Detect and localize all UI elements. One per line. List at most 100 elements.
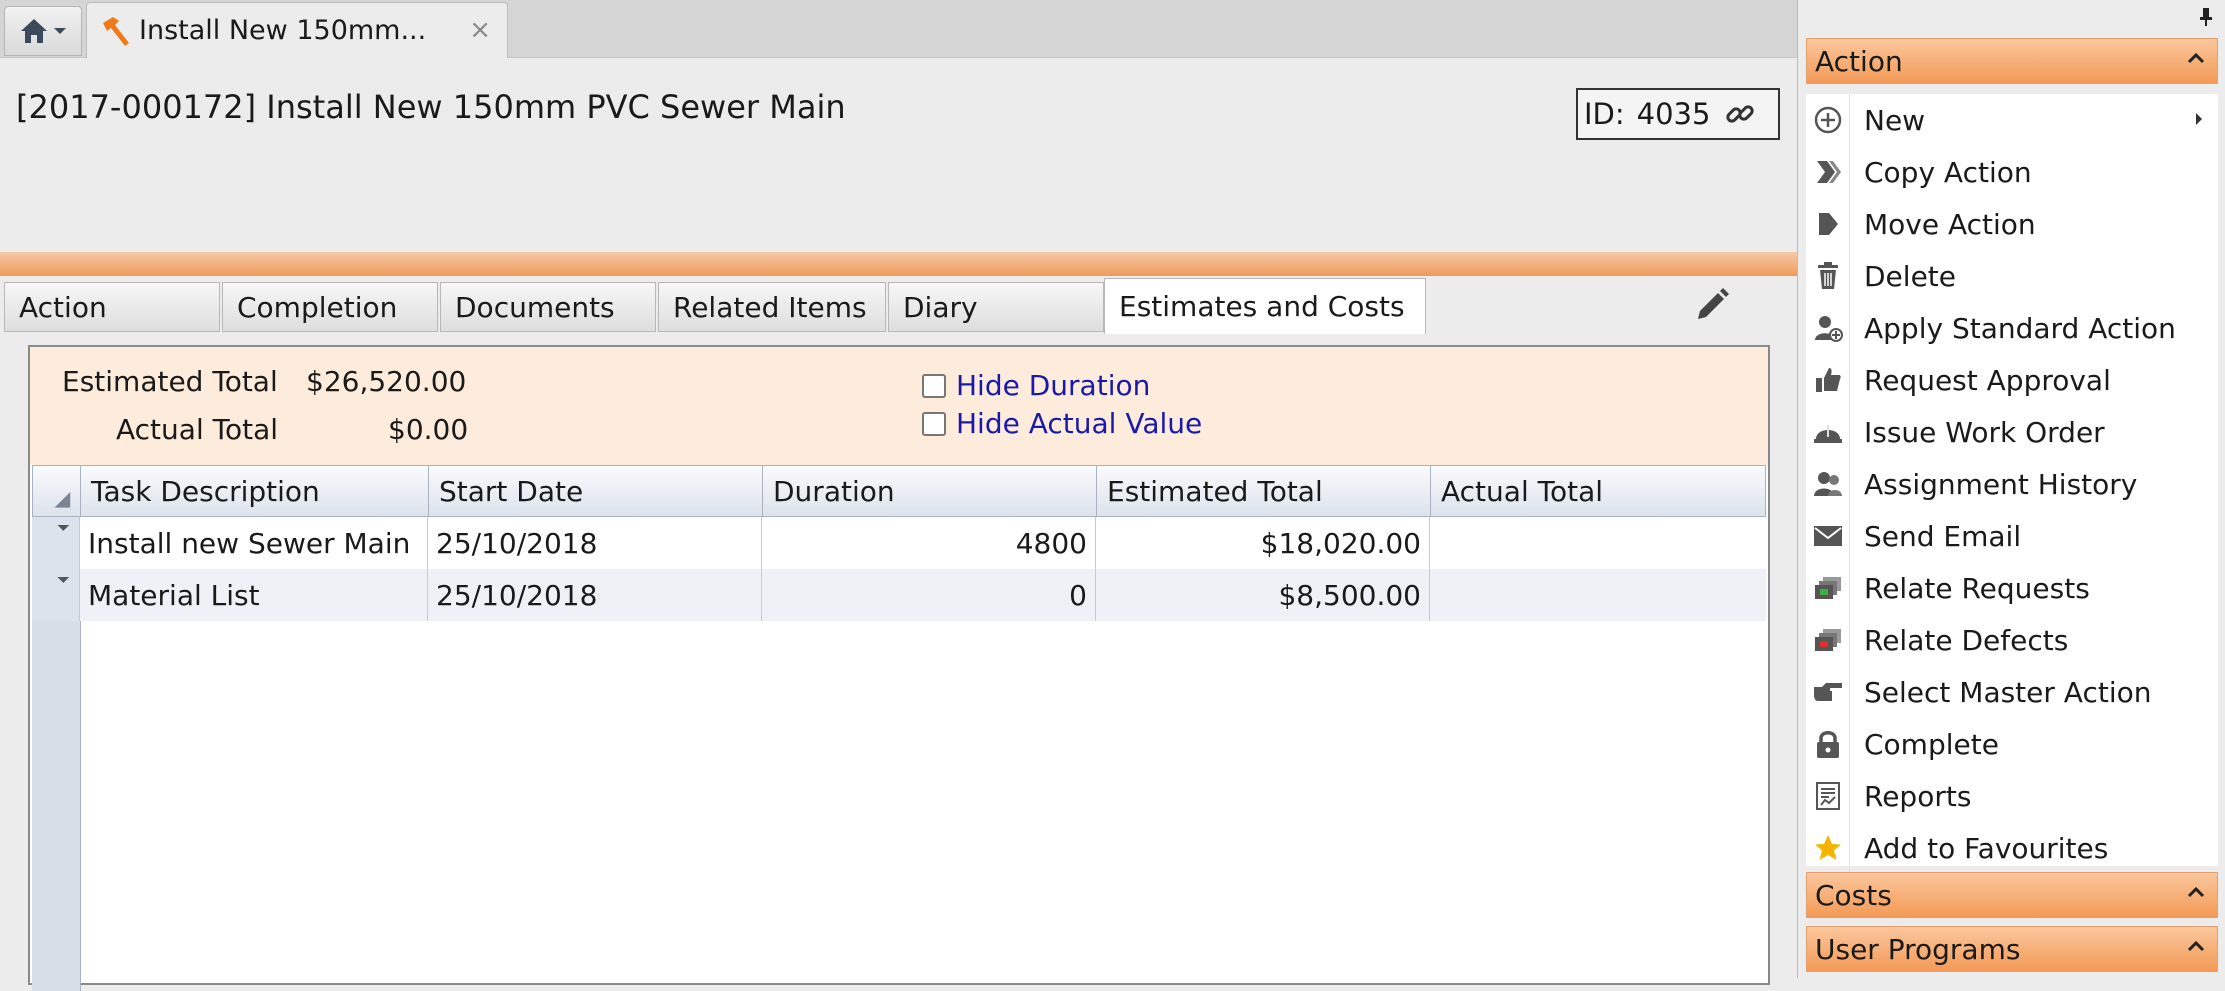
hardhat-icon bbox=[1806, 406, 1850, 458]
menu-item-send-email[interactable]: Send Email bbox=[1806, 510, 2218, 562]
action-menu-list: New Copy Action Move Action Delete Apply… bbox=[1806, 94, 2218, 874]
chevron-down-icon bbox=[54, 28, 66, 34]
pin-icon[interactable] bbox=[2198, 6, 2214, 30]
estimated-total-value: $26,520.00 bbox=[306, 365, 467, 398]
menu-item-label: Relate Defects bbox=[1864, 623, 2069, 657]
close-tab-icon[interactable]: × bbox=[469, 15, 491, 45]
row-expander-icon[interactable] bbox=[32, 517, 80, 569]
menu-item-label: Select Master Action bbox=[1864, 675, 2152, 709]
actual-total-cell[interactable] bbox=[1430, 517, 1764, 569]
hide-actual-value-label: Hide Actual Value bbox=[956, 407, 1203, 440]
start-date-cell[interactable]: 25/10/2018 bbox=[428, 517, 762, 569]
action-section-header[interactable]: Action bbox=[1806, 38, 2218, 84]
column-estimated-total[interactable]: Estimated Total bbox=[1097, 466, 1431, 516]
totals-summary: Estimated Total $26,520.00 Actual Total … bbox=[30, 347, 1768, 465]
tab-related-items[interactable]: Related Items bbox=[658, 282, 886, 332]
actual-total-value: $0.00 bbox=[388, 413, 469, 446]
column-start-date[interactable]: Start Date bbox=[429, 466, 763, 516]
column-task-description[interactable]: Task Description bbox=[81, 466, 429, 516]
document-tab[interactable]: Install New 150mm... × bbox=[86, 2, 508, 58]
user-programs-section-header[interactable]: User Programs bbox=[1806, 926, 2218, 972]
tab-diary[interactable]: Diary bbox=[888, 282, 1104, 332]
estimated-total-cell[interactable]: $8,500.00 bbox=[1096, 569, 1430, 621]
menu-item-label: Relate Requests bbox=[1864, 571, 2090, 605]
task-description-cell[interactable]: Install new Sewer Main bbox=[80, 517, 428, 569]
hide-actual-value-checkbox[interactable]: Hide Actual Value bbox=[922, 407, 1202, 440]
hide-duration-checkbox[interactable]: Hide Duration bbox=[922, 369, 1150, 402]
menu-item-relate-defects[interactable]: Relate Defects bbox=[1806, 614, 2218, 666]
menu-item-label: Move Action bbox=[1864, 207, 2036, 241]
tab-estimates-and-costs[interactable]: Estimates and Costs bbox=[1104, 278, 1426, 334]
hide-duration-label: Hide Duration bbox=[956, 369, 1151, 402]
menu-item-new[interactable]: New bbox=[1806, 94, 2218, 146]
column-actual-total[interactable]: Actual Total bbox=[1431, 466, 1765, 516]
menu-item-select-master-action[interactable]: Select Master Action bbox=[1806, 666, 2218, 718]
costs-section-header[interactable]: Costs bbox=[1806, 872, 2218, 918]
estimated-total-cell[interactable]: $18,020.00 bbox=[1096, 517, 1430, 569]
menu-item-label: Delete bbox=[1864, 259, 1956, 293]
duration-cell[interactable]: 0 bbox=[762, 569, 1096, 621]
hammer-icon bbox=[103, 16, 129, 46]
record-id-box: ID: 4035 bbox=[1576, 88, 1780, 140]
id-label: ID: bbox=[1584, 97, 1625, 131]
row-expander-icon[interactable] bbox=[32, 569, 80, 621]
menu-item-label: Send Email bbox=[1864, 519, 2022, 553]
menu-item-label: Complete bbox=[1864, 727, 1999, 761]
hide-duration-box[interactable] bbox=[922, 373, 946, 398]
plus-circle-icon bbox=[1806, 94, 1850, 146]
duration-cell[interactable]: 4800 bbox=[762, 517, 1096, 569]
page-title: [2017-000172] Install New 150mm PVC Sewe… bbox=[16, 88, 846, 126]
menu-item-copy-action[interactable]: Copy Action bbox=[1806, 146, 2218, 198]
column-duration[interactable]: Duration bbox=[763, 466, 1097, 516]
collapse-chevron-icon[interactable] bbox=[2187, 934, 2205, 959]
start-date-cell[interactable]: 25/10/2018 bbox=[428, 569, 762, 621]
grid-header: Task Description Start Date Duration Est… bbox=[32, 465, 1766, 517]
menu-item-request-approval[interactable]: Request Approval bbox=[1806, 354, 2218, 406]
envelope-icon bbox=[1806, 510, 1850, 562]
edit-pencil-icon[interactable] bbox=[1692, 285, 1732, 329]
document-tab-strip: Install New 150mm... × bbox=[0, 0, 1797, 58]
select-all-corner[interactable] bbox=[33, 466, 81, 516]
id-value: 4035 bbox=[1636, 97, 1711, 131]
home-menu-button[interactable] bbox=[4, 6, 82, 56]
home-icon bbox=[21, 19, 47, 43]
menu-item-relate-requests[interactable]: Relate Requests bbox=[1806, 562, 2218, 614]
user-programs-section-title: User Programs bbox=[1815, 932, 2021, 966]
estimated-total-label: Estimated Total bbox=[62, 365, 278, 398]
link-icon[interactable] bbox=[1724, 98, 1756, 130]
menu-item-add-to-favourites[interactable]: Add to Favourites bbox=[1806, 822, 2218, 874]
table-row[interactable]: Material List 25/10/2018 0 $8,500.00 bbox=[32, 569, 1766, 621]
menu-item-label: New bbox=[1864, 103, 1926, 137]
menu-item-delete[interactable]: Delete bbox=[1806, 250, 2218, 302]
menu-item-move-action[interactable]: Move Action bbox=[1806, 198, 2218, 250]
action-section-title: Action bbox=[1815, 44, 1903, 78]
hide-actual-value-box[interactable] bbox=[922, 411, 946, 436]
actual-total-cell[interactable] bbox=[1430, 569, 1764, 621]
user-add-icon bbox=[1806, 302, 1850, 354]
thumbs-up-icon bbox=[1806, 354, 1850, 406]
costs-section-title: Costs bbox=[1815, 878, 1892, 912]
collapse-chevron-icon[interactable] bbox=[2187, 880, 2205, 905]
record-tabs: Action Completion Documents Related Item… bbox=[0, 276, 1797, 334]
table-row[interactable]: Install new Sewer Main 25/10/2018 4800 $… bbox=[32, 517, 1766, 569]
actual-total-label: Actual Total bbox=[116, 413, 279, 446]
menu-item-apply-standard-action[interactable]: Apply Standard Action bbox=[1806, 302, 2218, 354]
menu-item-label: Reports bbox=[1864, 779, 1972, 813]
row-selector-gutter bbox=[32, 621, 81, 991]
relate-requests-icon bbox=[1806, 562, 1850, 614]
menu-item-reports[interactable]: Reports bbox=[1806, 770, 2218, 822]
tab-documents[interactable]: Documents bbox=[440, 282, 656, 332]
header-divider bbox=[0, 252, 1797, 276]
lock-icon bbox=[1806, 718, 1850, 770]
tab-completion[interactable]: Completion bbox=[222, 282, 438, 332]
task-description-cell[interactable]: Material List bbox=[80, 569, 428, 621]
trash-icon bbox=[1806, 250, 1850, 302]
tab-action[interactable]: Action bbox=[4, 282, 220, 332]
relate-defects-icon bbox=[1806, 614, 1850, 666]
menu-item-label: Request Approval bbox=[1864, 363, 2111, 397]
menu-item-complete[interactable]: Complete bbox=[1806, 718, 2218, 770]
menu-item-assignment-history[interactable]: Assignment History bbox=[1806, 458, 2218, 510]
menu-item-issue-work-order[interactable]: Issue Work Order bbox=[1806, 406, 2218, 458]
collapse-chevron-icon[interactable] bbox=[2187, 46, 2205, 71]
star-icon bbox=[1806, 822, 1850, 874]
